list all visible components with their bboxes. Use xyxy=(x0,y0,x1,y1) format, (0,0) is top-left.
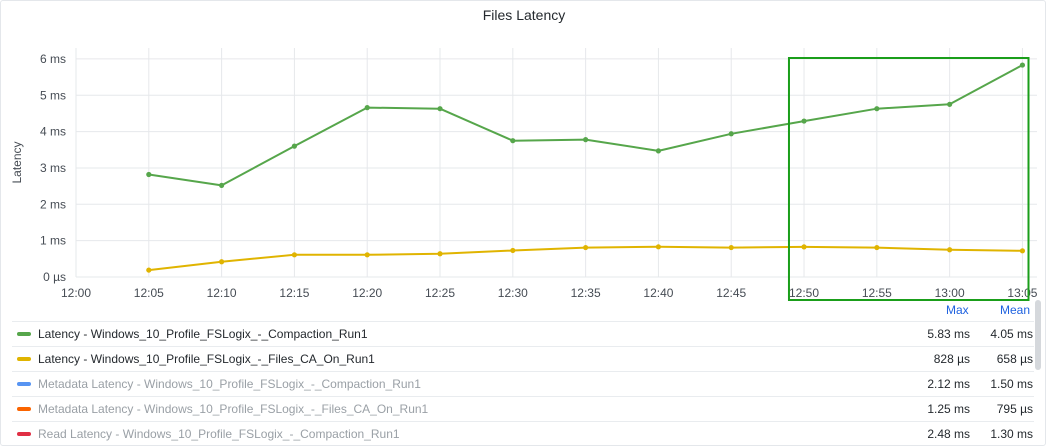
legend-swatch[interactable] xyxy=(17,332,31,336)
data-point xyxy=(801,244,807,250)
data-point xyxy=(947,101,953,107)
data-point xyxy=(728,244,734,251)
legend-scrollbar[interactable] xyxy=(1035,300,1041,370)
data-point xyxy=(219,182,225,188)
latency-chart[interactable]: 0 µs 1 ms 2 ms 3 ms 4 ms 5 ms 6 ms 12:00 12:05 12… xyxy=(0,0,1048,305)
data-point xyxy=(655,244,662,250)
data-point xyxy=(510,247,516,254)
data-point xyxy=(364,252,370,258)
data-point xyxy=(728,131,734,137)
legend-mean-header[interactable]: Mean xyxy=(1000,303,1030,317)
legend-mean-value: 658 µs xyxy=(996,352,1033,366)
data-point xyxy=(947,247,953,253)
data-point xyxy=(801,118,807,124)
y-tick-label: 5 ms xyxy=(40,88,66,102)
y-tick-label: 4 ms xyxy=(40,125,66,139)
x-tick-label: 12:20 xyxy=(352,286,382,300)
x-tick-label: 12:25 xyxy=(425,286,455,300)
data-point xyxy=(1019,248,1026,254)
x-tick-label: 12:15 xyxy=(279,286,309,300)
y-tick-label: 1 ms xyxy=(40,234,66,248)
data-point xyxy=(874,244,880,251)
x-tick-label: 12:00 xyxy=(61,286,91,300)
x-tick-label: 12:35 xyxy=(571,286,601,300)
legend-row[interactable]: Metadata Latency - Windows_10_Profile_FS… xyxy=(12,396,1034,421)
data-point xyxy=(146,171,152,178)
data-point xyxy=(874,106,880,112)
data-point xyxy=(291,143,298,149)
data-point xyxy=(655,148,662,154)
legend-swatch[interactable] xyxy=(17,407,31,411)
legend-table: Latency - Windows_10_Profile_FSLogix_-_C… xyxy=(12,321,1034,446)
legend-series-name[interactable]: Latency - Windows_10_Profile_FSLogix_-_C… xyxy=(38,327,1034,341)
data-point xyxy=(1019,62,1026,68)
legend-swatch[interactable] xyxy=(17,432,31,436)
y-axis-label: Latency xyxy=(10,141,24,183)
data-point xyxy=(146,267,152,273)
y-tick-label: 2 ms xyxy=(40,197,66,211)
legend-max-value: 5.83 ms xyxy=(927,327,970,341)
legend-series-name[interactable]: Latency - Windows_10_Profile_FSLogix_-_F… xyxy=(38,352,1034,366)
legend-max-header[interactable]: Max xyxy=(946,303,969,317)
x-tick-label: 12:55 xyxy=(862,286,892,300)
x-tick-label: 13:00 xyxy=(935,286,965,300)
legend-mean-value: 4.05 ms xyxy=(990,327,1033,341)
legend-mean-value: 1.50 ms xyxy=(990,377,1033,391)
legend-max-value: 828 µs xyxy=(933,352,970,366)
highlight-box xyxy=(787,57,1030,301)
legend-row[interactable]: Latency - Windows_10_Profile_FSLogix_-_C… xyxy=(12,321,1034,346)
data-point xyxy=(583,137,589,143)
legend-series-name[interactable]: Read Latency - Windows_10_Profile_FSLogi… xyxy=(38,427,1034,441)
legend-row[interactable]: Read Latency - Windows_10_Profile_FSLogi… xyxy=(12,421,1034,446)
data-point xyxy=(219,259,225,265)
legend-row[interactable]: Metadata Latency - Windows_10_Profile_FS… xyxy=(12,371,1034,396)
data-point xyxy=(583,244,589,251)
x-tick-label: 12:05 xyxy=(134,286,164,300)
y-tick-label: 0 µs xyxy=(43,270,66,284)
data-point xyxy=(437,106,443,112)
legend-series-name[interactable]: Metadata Latency - Windows_10_Profile_FS… xyxy=(38,402,1034,416)
data-point xyxy=(437,251,443,257)
x-tick-label: 12:10 xyxy=(207,286,237,300)
legend-max-value: 2.48 ms xyxy=(927,427,970,441)
legend-series-name[interactable]: Metadata Latency - Windows_10_Profile_FS… xyxy=(38,377,1034,391)
legend-max-value: 1.25 ms xyxy=(927,402,970,416)
legend-swatch[interactable] xyxy=(17,382,31,386)
y-tick-label: 3 ms xyxy=(40,161,66,175)
x-tick-label: 12:30 xyxy=(498,286,528,300)
y-tick-label: 6 ms xyxy=(40,52,66,66)
x-tick-label: 13:05 xyxy=(1007,286,1037,300)
legend-row[interactable]: Latency - Windows_10_Profile_FSLogix_-_F… xyxy=(12,346,1034,371)
data-point xyxy=(364,105,370,111)
x-tick-label: 12:40 xyxy=(643,286,673,300)
legend-mean-value: 795 µs xyxy=(996,402,1033,416)
x-tick-label: 12:50 xyxy=(789,286,819,300)
data-point xyxy=(510,138,516,144)
legend-swatch[interactable] xyxy=(17,357,31,361)
legend-max-value: 2.12 ms xyxy=(927,377,970,391)
legend-mean-value: 1.30 ms xyxy=(990,427,1033,441)
x-tick-label: 12:45 xyxy=(716,286,746,300)
data-point xyxy=(291,252,298,258)
